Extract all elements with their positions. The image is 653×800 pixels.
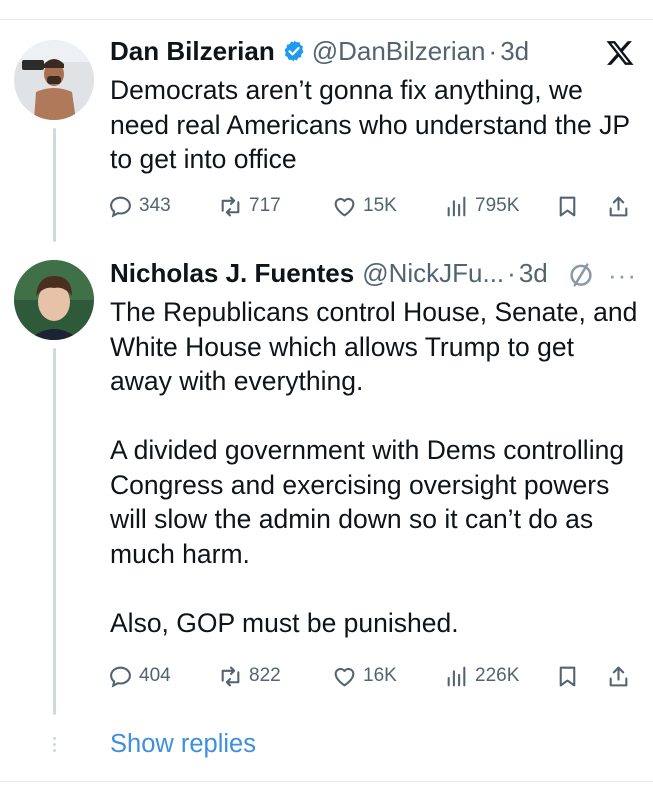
reply-icon xyxy=(110,196,131,218)
author-name[interactable]: Dan Bilzerian xyxy=(110,36,275,67)
x-logo-icon[interactable] xyxy=(605,38,635,68)
more-icon[interactable]: ··· xyxy=(608,260,637,291)
reply-button[interactable]: 343 xyxy=(108,191,171,221)
thread-line xyxy=(53,128,56,242)
like-count: 15K xyxy=(363,195,397,216)
author-handle[interactable]: @NickJFu... xyxy=(362,258,504,289)
verified-badge-icon xyxy=(284,40,304,62)
tweet-header: Dan Bilzerian @DanBilzerian · 3d xyxy=(110,34,529,68)
reply-count: 404 xyxy=(139,665,171,686)
bookmark-icon xyxy=(559,196,576,216)
like-button[interactable]: 16K xyxy=(332,661,397,691)
like-button[interactable]: 15K xyxy=(332,191,397,221)
tweet-text: The Republicans control House, Senate, a… xyxy=(110,295,640,640)
reply-button[interactable]: 404 xyxy=(108,661,171,691)
repost-count: 822 xyxy=(249,665,281,686)
bookmark-button[interactable] xyxy=(555,191,580,221)
author-name[interactable]: Nicholas J. Fuentes xyxy=(110,258,354,289)
timestamp[interactable]: 3d xyxy=(519,258,548,289)
avatar[interactable] xyxy=(14,40,94,120)
separator-dot: · xyxy=(507,257,516,288)
tweet-paragraph: Also, GOP must be punished. xyxy=(110,607,459,638)
views-button[interactable]: 226K xyxy=(444,661,519,691)
tweet-paragraph: The Republicans control House, Senate, a… xyxy=(110,297,638,396)
views-count: 795K xyxy=(475,195,520,216)
reply-count: 343 xyxy=(139,195,171,216)
no-circle-icon[interactable] xyxy=(566,259,596,289)
views-icon xyxy=(447,666,466,686)
action-bar: 404 822 16K 226K xyxy=(108,661,638,691)
repost-button[interactable]: 822 xyxy=(218,661,281,691)
bottom-divider xyxy=(0,781,653,782)
tweet-text: Democrats aren’t gonna fix anything, we … xyxy=(110,73,640,177)
tweet-paragraph: A divided government with Dems controlli… xyxy=(110,435,625,569)
bookmark-button[interactable] xyxy=(555,661,580,691)
top-divider xyxy=(0,19,653,20)
avatar[interactable] xyxy=(14,260,94,340)
thread-line xyxy=(53,348,56,715)
share-button[interactable] xyxy=(606,191,631,221)
views-button[interactable]: 795K xyxy=(444,191,519,221)
reply-icon xyxy=(110,666,131,688)
repost-count: 717 xyxy=(249,195,281,216)
share-icon xyxy=(609,196,628,216)
tweet-header: Nicholas J. Fuentes @NickJFu... · 3d xyxy=(110,256,548,290)
collapsed-thread-dots xyxy=(53,737,56,755)
action-bar: 343 717 15K 795K xyxy=(108,191,638,221)
repost-icon xyxy=(221,196,240,216)
like-count: 16K xyxy=(363,665,397,686)
tweet-paragraph: Democrats aren’t gonna fix anything, we … xyxy=(110,75,630,174)
heart-icon xyxy=(334,197,355,216)
repost-icon xyxy=(221,666,240,686)
author-handle[interactable]: @DanBilzerian xyxy=(312,36,486,67)
timestamp[interactable]: 3d xyxy=(500,36,529,67)
heart-icon xyxy=(334,667,355,686)
bookmark-icon xyxy=(559,666,576,686)
views-icon xyxy=(447,196,466,216)
show-replies-link[interactable]: Show replies xyxy=(110,730,256,759)
repost-button[interactable]: 717 xyxy=(218,191,281,221)
separator-dot: · xyxy=(488,35,498,66)
share-button[interactable] xyxy=(606,661,631,691)
views-count: 226K xyxy=(475,665,520,686)
share-icon xyxy=(609,666,628,686)
